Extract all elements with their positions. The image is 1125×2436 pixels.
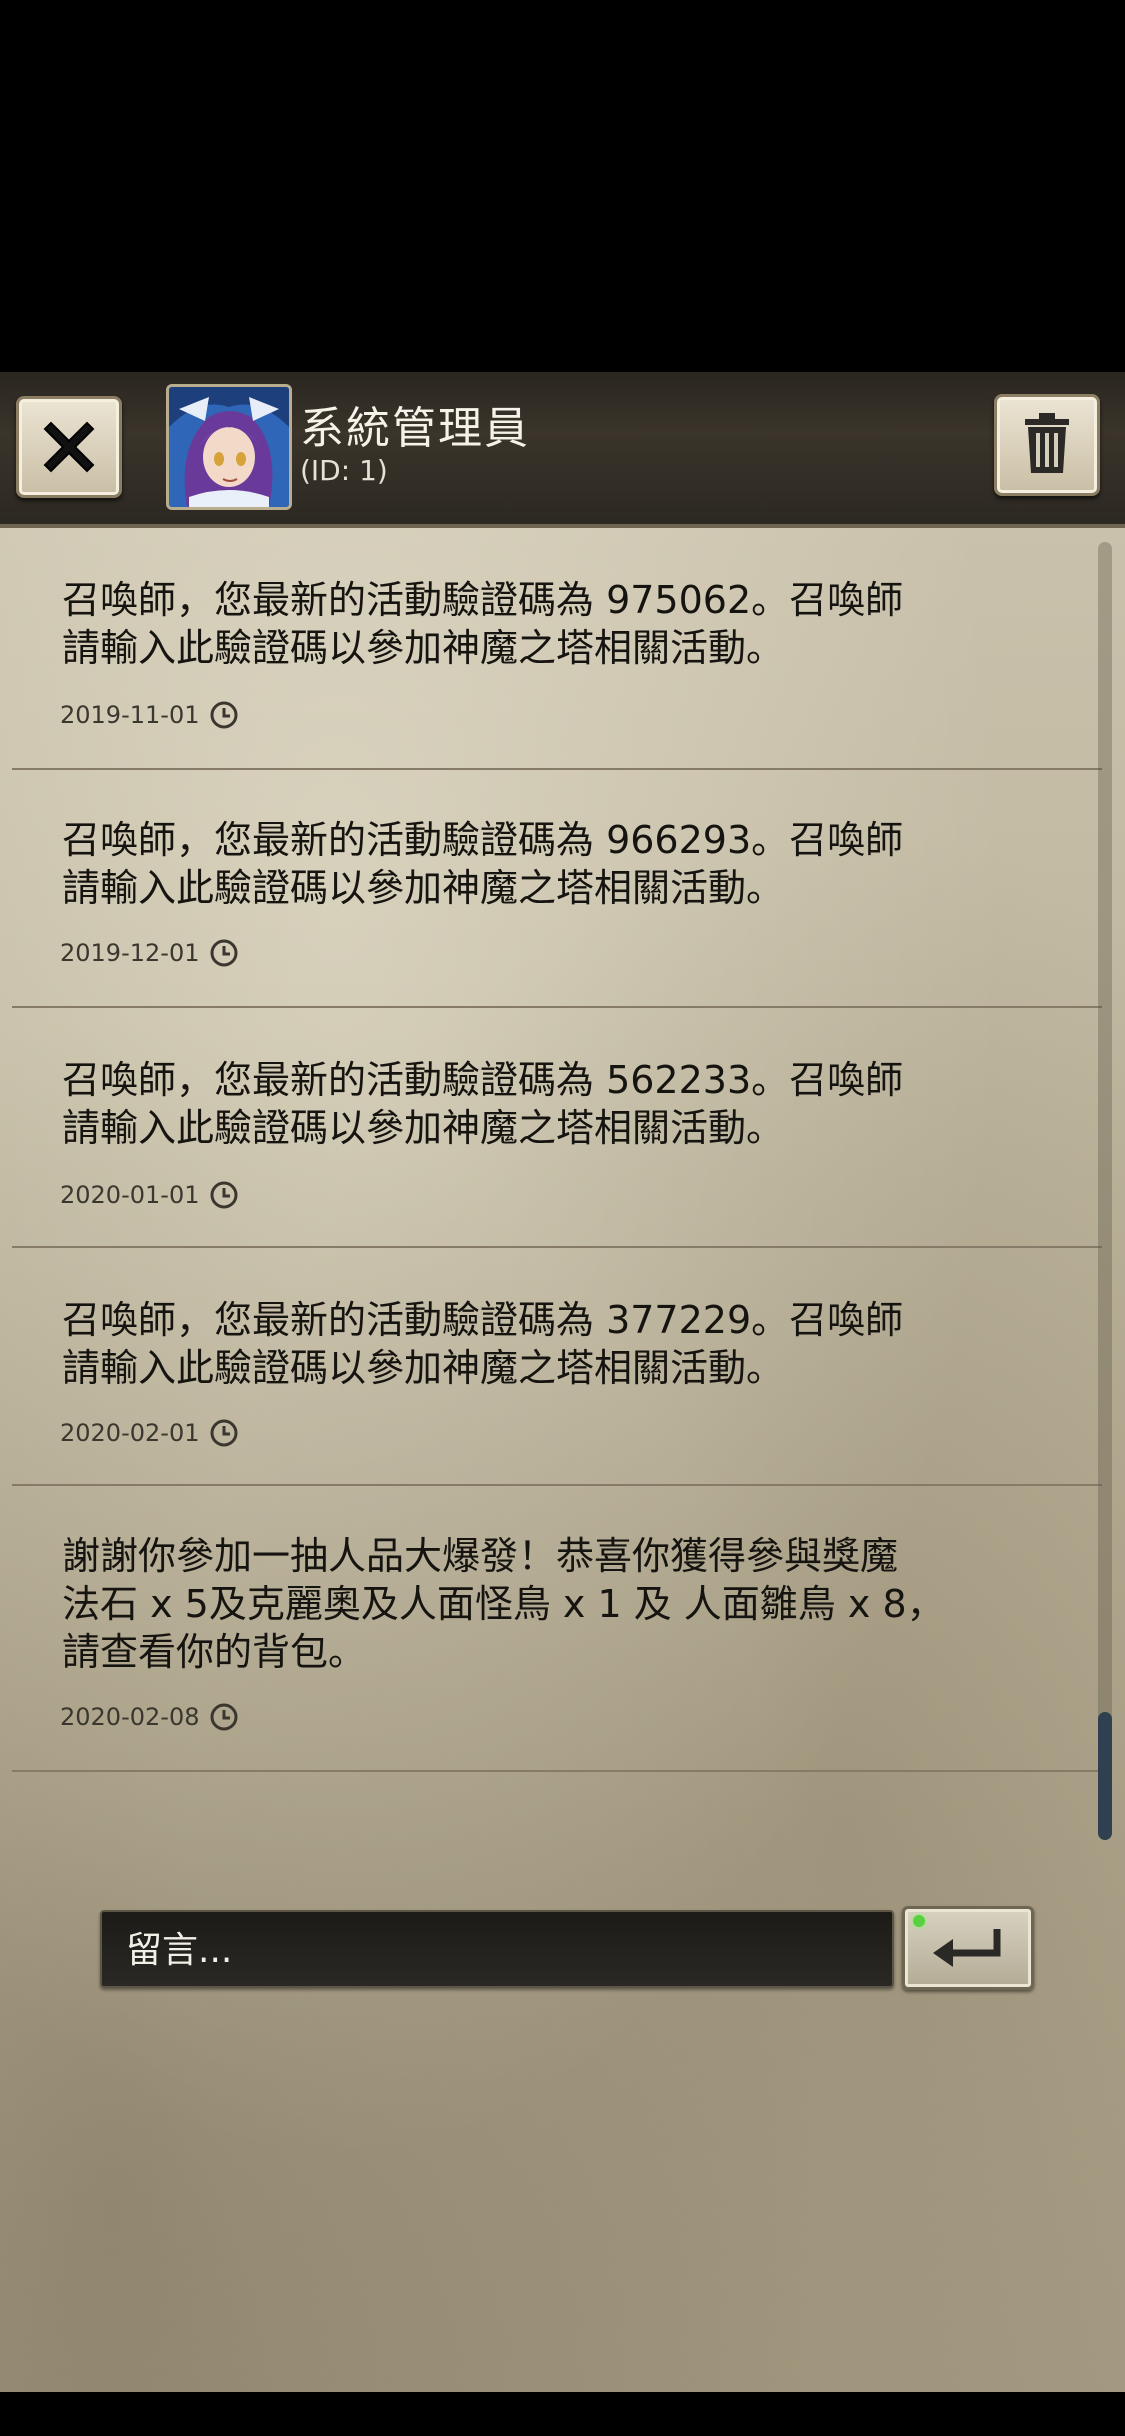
scrollbar-thumb[interactable] [1098, 1712, 1112, 1840]
message-text: 謝謝你參加一抽人品大爆發！恭喜你獲得參與獎魔 法石 x 5及克麗奧及人面怪鳥 x… [62, 1534, 945, 1674]
clock-icon [210, 701, 238, 729]
message-text: 召喚師，您最新的活動驗證碼為 377229。召喚師 請輸入此驗證碼以參加神魔之塔… [62, 1298, 904, 1390]
message-date: 2020-01-01 [60, 1181, 200, 1209]
clock-icon [210, 1181, 238, 1209]
message-date: 2019-11-01 [60, 701, 200, 729]
trash-icon [1025, 413, 1069, 473]
message-text: 召喚師，您最新的活動驗證碼為 975062。召喚師 請輸入此驗證碼以參加神魔之塔… [62, 578, 904, 670]
status-bar-area [0, 0, 1125, 372]
close-x-icon [43, 421, 95, 473]
message-meta: 2020-02-01 [60, 1418, 239, 1448]
message-meta: 2020-02-08 [60, 1702, 239, 1732]
message-input[interactable] [124, 1912, 888, 1988]
message-composer[interactable] [100, 1910, 894, 1988]
list-item[interactable]: 召喚師，您最新的活動驗證碼為 377229。召喚師 請輸入此驗證碼以參加神魔之塔… [12, 1246, 1102, 1486]
message-text: 召喚師，您最新的活動驗證碼為 966293。召喚師 請輸入此驗證碼以參加神魔之塔… [62, 818, 904, 910]
chat-header: 系統管理員 (ID: 1) [0, 372, 1125, 528]
scrollbar-track[interactable] [1098, 542, 1112, 1840]
message-date: 2019-12-01 [60, 939, 200, 967]
message-text: 召喚師，您最新的活動驗證碼為 562233。召喚師 請輸入此驗證碼以參加神魔之塔… [62, 1058, 904, 1150]
list-item[interactable]: 召喚師，您最新的活動驗證碼為 966293。召喚師 請輸入此驗證碼以參加神魔之塔… [12, 768, 1102, 1008]
list-item[interactable]: 召喚師，您最新的活動驗證碼為 975062。召喚師 請輸入此驗證碼以參加神魔之塔… [12, 528, 1102, 770]
clock-icon [210, 1419, 238, 1447]
message-meta: 2019-11-01 [60, 700, 239, 730]
message-date: 2020-02-01 [60, 1419, 200, 1447]
message-meta: 2020-01-01 [60, 1180, 239, 1210]
enter-return-icon [933, 1929, 1001, 1967]
message-date: 2020-02-08 [60, 1703, 200, 1731]
list-item[interactable]: 謝謝你參加一抽人品大爆發！恭喜你獲得參與獎魔 法石 x 5及克麗奧及人面怪鳥 x… [12, 1484, 1102, 1772]
clock-icon [210, 1703, 238, 1731]
close-button[interactable] [16, 396, 122, 498]
list-item[interactable]: 召喚師，您最新的活動驗證碼為 562233。召喚師 請輸入此驗證碼以參加神魔之塔… [12, 1006, 1102, 1248]
delete-button[interactable] [994, 394, 1100, 496]
status-led [913, 1915, 925, 1927]
avatar [166, 384, 292, 510]
sender-id: (ID: 1) [300, 454, 388, 487]
clock-icon [210, 939, 238, 967]
send-button[interactable] [902, 1906, 1034, 1990]
message-meta: 2019-12-01 [60, 938, 239, 968]
home-indicator-area [0, 2392, 1125, 2436]
sender-name: 系統管理員 [300, 403, 530, 454]
